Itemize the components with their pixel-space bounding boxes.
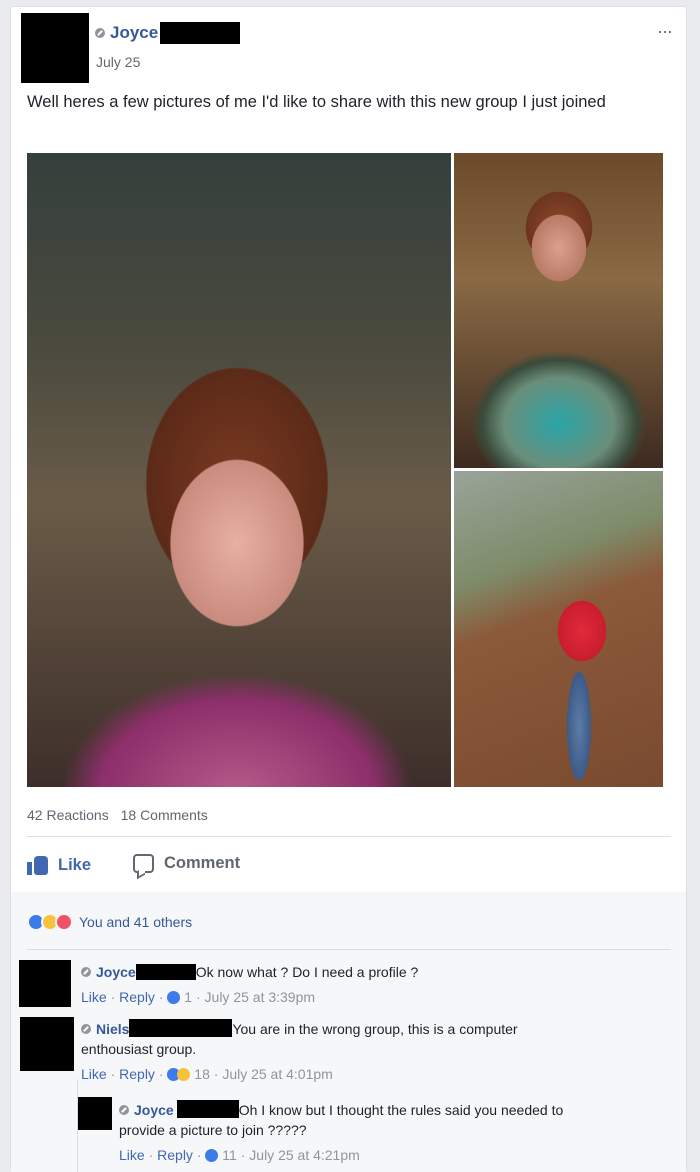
- comment-button[interactable]: Comment: [133, 854, 240, 873]
- comment-text-line2: provide a picture to join ?????: [119, 1122, 307, 1138]
- comment-reply-link[interactable]: Reply: [119, 1066, 155, 1082]
- comment-text-line2: enthousiast group.: [81, 1041, 197, 1057]
- divider: [27, 949, 671, 950]
- reactions-summary-text: You and 41 others: [79, 914, 193, 930]
- comment-author[interactable]: Joyce: [96, 964, 136, 980]
- comment-text-line1: You are in the wrong group, this is a co…: [232, 1021, 518, 1037]
- post-date[interactable]: July 25: [96, 54, 140, 70]
- comment-reaction-count[interactable]: 11: [222, 1147, 237, 1163]
- author-avatar[interactable]: [21, 13, 89, 83]
- like-reaction-icon: [205, 1149, 219, 1162]
- redacted-name: [129, 1019, 233, 1037]
- love-reaction-icon: [55, 913, 73, 931]
- comments-section: You and 41 others Joyce Ok now what ? Do …: [11, 892, 686, 1172]
- comment-like-link[interactable]: Like: [81, 1066, 107, 1082]
- commenter-avatar[interactable]: [20, 1017, 74, 1071]
- like-button[interactable]: Like: [27, 854, 91, 876]
- author-row: Joyce: [95, 22, 241, 44]
- comment-reply-link[interactable]: Reply: [119, 989, 155, 1005]
- comment-text-line1: Oh I know but I thought the rules said y…: [238, 1102, 564, 1118]
- comment-meta: Like · Reply · 1 · July 25 at 3:39pm: [81, 989, 316, 1005]
- redacted-name: [176, 1100, 239, 1118]
- post-card: Joyce July 25 ··· Well heres a few pictu…: [10, 6, 687, 1172]
- comment-label: Comment: [164, 854, 241, 872]
- more-options-icon[interactable]: ···: [657, 21, 673, 42]
- comment-text: Ok now what ? Do I need a profile ?: [195, 964, 419, 980]
- globe-icon: [81, 967, 91, 977]
- globe-icon: [119, 1105, 129, 1115]
- comment: Joyce Ok now what ? Do I need a profile ?…: [81, 962, 671, 1007]
- comment-meta: Like · Reply · 18 · July 25 at 4:01pm: [81, 1066, 333, 1082]
- redacted-name: [160, 22, 241, 44]
- comment-bubble-icon: [133, 854, 154, 873]
- comments-count[interactable]: 18 Comments: [121, 807, 208, 823]
- thumbs-up-icon: [27, 854, 49, 876]
- post-stats: 42 Reactions 18 Comments: [27, 807, 216, 823]
- comment-author[interactable]: Niels: [96, 1021, 129, 1037]
- globe-icon: [81, 1024, 91, 1034]
- comment-meta: Like · Reply · 11 · July 25 at 4:21pm: [119, 1147, 360, 1163]
- comment-reaction-count[interactable]: 18: [194, 1066, 210, 1082]
- comment-like-link[interactable]: Like: [81, 989, 107, 1005]
- comment-time[interactable]: July 25 at 4:21pm: [249, 1147, 360, 1163]
- like-reaction-icon: [167, 991, 181, 1004]
- haha-reaction-icon: [177, 1068, 191, 1081]
- redacted-name: [135, 964, 196, 980]
- reactions-count[interactable]: 42 Reactions: [27, 807, 109, 823]
- reply-comment: Joyce Oh I know but I thought the rules s…: [119, 1100, 671, 1165]
- commenter-avatar[interactable]: [19, 960, 71, 1007]
- comment-author[interactable]: Joyce: [134, 1102, 174, 1118]
- like-label: Like: [58, 855, 92, 874]
- comment-reply-link[interactable]: Reply: [157, 1147, 193, 1163]
- post-photo-main[interactable]: [27, 153, 451, 787]
- divider: [27, 836, 671, 837]
- post-photo-bottom-right[interactable]: [454, 471, 663, 787]
- comment-time[interactable]: July 25 at 3:39pm: [205, 989, 316, 1005]
- comment-reaction-count[interactable]: 1: [184, 989, 192, 1005]
- author-name[interactable]: Joyce: [110, 23, 158, 43]
- commenter-avatar[interactable]: [78, 1097, 112, 1130]
- post-photo-top-right[interactable]: [454, 153, 663, 468]
- comment-like-link[interactable]: Like: [119, 1147, 145, 1163]
- globe-icon: [95, 28, 105, 38]
- post-text: Well heres a few pictures of me I'd like…: [27, 93, 606, 111]
- comment-time[interactable]: July 25 at 4:01pm: [222, 1066, 333, 1082]
- reactions-summary[interactable]: You and 41 others: [27, 913, 192, 931]
- comment: Niels You are in the wrong group, this is…: [81, 1019, 671, 1084]
